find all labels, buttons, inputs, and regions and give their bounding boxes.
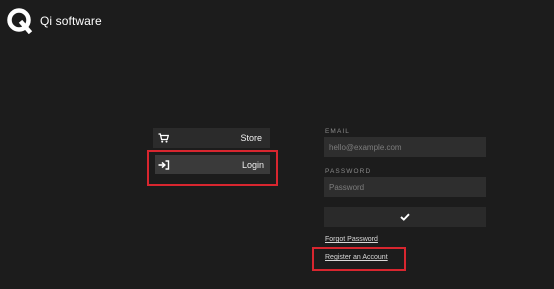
email-label: EMAIL: [325, 128, 351, 135]
email-field[interactable]: [324, 137, 486, 157]
submit-button[interactable]: [324, 207, 486, 227]
password-label: PASSWORD: [325, 168, 372, 175]
brand-name: Qi software: [40, 14, 102, 28]
checkmark-icon: [400, 213, 410, 221]
nav-item-label: Login: [241, 159, 264, 170]
brand[interactable]: Qi software: [7, 8, 102, 34]
register-account-link[interactable]: Register an Account: [325, 254, 388, 261]
nav-item-store[interactable]: Store: [153, 128, 270, 148]
cart-icon: [158, 133, 169, 143]
nav-item-login[interactable]: Login: [155, 155, 270, 174]
forgot-password-link[interactable]: Forgot Password: [325, 236, 378, 243]
sign-in-icon: [158, 159, 170, 170]
password-field[interactable]: [324, 177, 486, 197]
qi-logo-icon: [7, 8, 33, 34]
login-page: Qi software Store Login EMAIL PASSWORD F…: [0, 0, 554, 289]
nav-item-label: Store: [240, 133, 262, 143]
